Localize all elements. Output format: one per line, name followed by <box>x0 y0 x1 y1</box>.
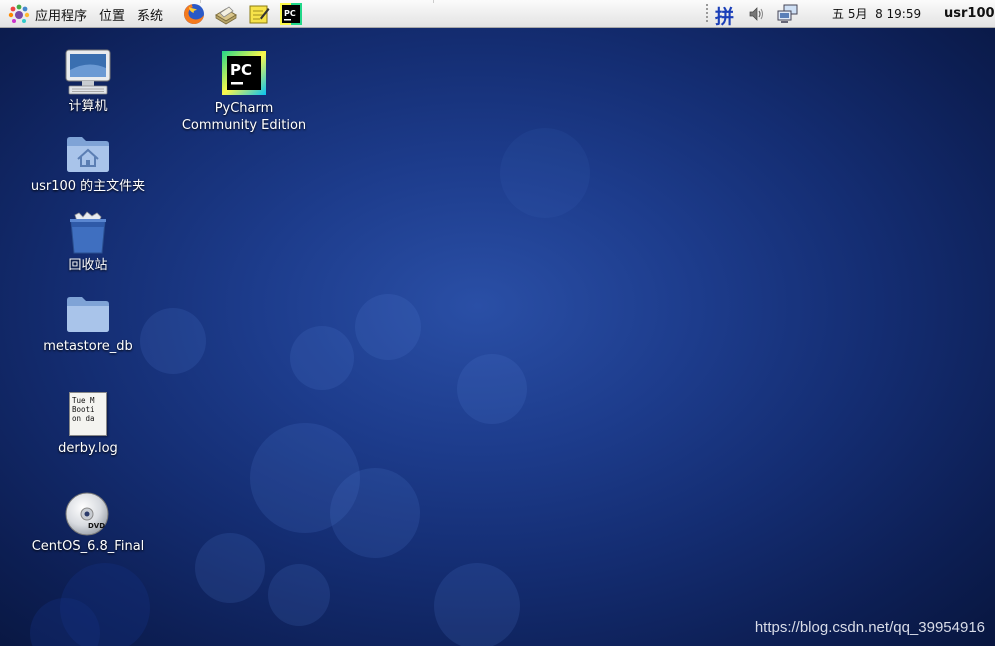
text-file-preview: Tue M Booti on da <box>72 396 95 423</box>
text-file-icon: Tue M Booti on da <box>69 392 107 436</box>
bokeh-light <box>195 533 265 603</box>
system-menu[interactable]: 系统 <box>131 0 169 28</box>
mail-icon[interactable] <box>215 3 237 25</box>
places-menu[interactable]: 位置 <box>93 0 131 28</box>
clock[interactable]: 五 5月 8 19:59 <box>832 0 921 28</box>
text-file-preview-line: Booti <box>72 405 95 414</box>
derby-log-label: derby.log <box>58 441 118 456</box>
home-folder-label: usr100 的主文件夹 <box>30 179 146 194</box>
volume-icon[interactable] <box>748 5 766 23</box>
desktop-icon-dvd[interactable]: DVD CentOS_6.8_Final <box>8 492 168 555</box>
applications-menu[interactable]: 应用程序 <box>6 0 93 28</box>
places-menu-label: 位置 <box>99 8 126 24</box>
pycharm-icon: PC <box>222 51 266 95</box>
applications-menu-label: 应用程序 <box>35 8 88 24</box>
bokeh-light <box>330 468 420 558</box>
pycharm-label-line1: PyCharm <box>214 101 274 116</box>
bokeh-light <box>457 354 527 424</box>
pycharm-icon[interactable]: PC <box>280 3 302 25</box>
main-menu-bar: 应用程序 位置 系统 <box>6 0 169 28</box>
system-menu-label: 系统 <box>137 8 164 24</box>
desktop-icon-home-folder[interactable]: usr100 的主文件夹 <box>8 134 168 195</box>
trash-icon <box>70 211 106 254</box>
dvd-label: CentOS_6.8_Final <box>31 539 145 554</box>
bokeh-light <box>500 128 590 218</box>
desktop-icon-derby-log[interactable]: Tue M Booti on da derby.log <box>8 392 168 457</box>
text-file-preview-line: on da <box>72 414 95 423</box>
bokeh-light <box>290 326 354 390</box>
pycharm-badge: PC <box>230 61 252 79</box>
dvd-icon: DVD <box>65 492 109 536</box>
bokeh-light <box>355 294 421 360</box>
trash-label: 回收站 <box>68 258 108 273</box>
notes-icon[interactable] <box>248 3 270 25</box>
folder-icon <box>67 297 109 332</box>
desktop-icon-trash[interactable]: 回收站 <box>8 211 168 274</box>
desktop-icon-pycharm[interactable]: PC PyCharm Community Edition <box>164 50 324 134</box>
home-folder-icon <box>67 137 109 172</box>
gnome-foot-icon <box>8 4 30 23</box>
metastore-db-label: metastore_db <box>43 339 133 354</box>
desktop-icon-computer[interactable]: 计算机 <box>8 48 168 115</box>
top-panel: 应用程序 位置 系统 PC 拼 五 5月 8 19:59 usr100 <box>0 0 995 28</box>
desktop-icon-metastore-db[interactable]: metastore_db <box>8 294 168 355</box>
dvd-badge: DVD <box>88 522 105 530</box>
network-icon[interactable] <box>777 4 799 24</box>
panel-separator <box>200 0 201 3</box>
panel-separator <box>433 0 434 3</box>
bokeh-light <box>434 563 520 646</box>
computer-label: 计算机 <box>68 99 108 114</box>
input-method-indicator[interactable]: 拼 <box>715 2 734 29</box>
computer-icon <box>65 49 111 95</box>
firefox-icon[interactable] <box>183 3 205 25</box>
user-menu[interactable]: usr100 <box>944 0 995 28</box>
bokeh-light <box>268 564 330 626</box>
panel-drag-handle[interactable] <box>706 4 708 24</box>
watermark-text: https://blog.csdn.net/qq_39954916 <box>754 619 985 636</box>
pycharm-label-line2: Community Edition <box>181 118 307 133</box>
svg-text:PC: PC <box>284 9 296 18</box>
text-file-preview-line: Tue M <box>72 396 95 405</box>
